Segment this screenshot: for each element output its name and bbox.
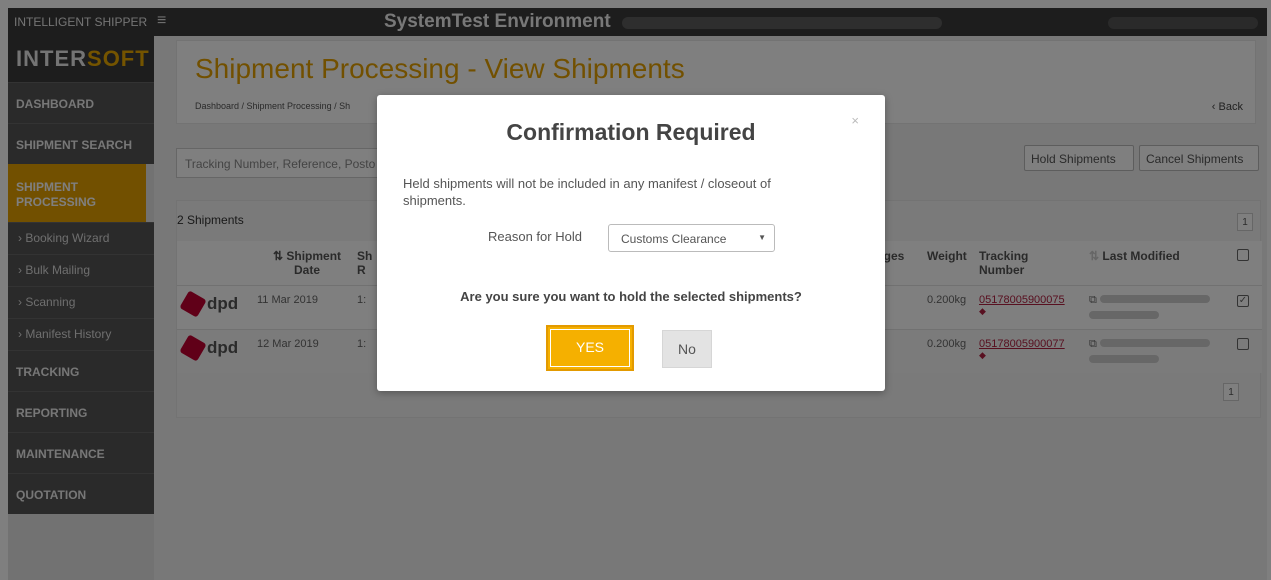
dialog-title: Confirmation Required [506, 119, 756, 145]
no-button[interactable]: No [662, 330, 712, 368]
caret-down-icon: ▼ [758, 233, 766, 242]
reason-for-hold-select[interactable]: Customs Clearance ▼ [608, 224, 775, 252]
reason-label: Reason for Hold [488, 229, 582, 244]
yes-button[interactable]: YES [546, 325, 634, 371]
confirmation-dialog: × Confirmation Required Held shipments w… [377, 95, 885, 391]
confirmation-question: Are you sure you want to hold the select… [460, 289, 802, 304]
reason-selected-value: Customs Clearance [621, 232, 727, 246]
dialog-message: Held shipments will not be included in a… [403, 176, 771, 208]
